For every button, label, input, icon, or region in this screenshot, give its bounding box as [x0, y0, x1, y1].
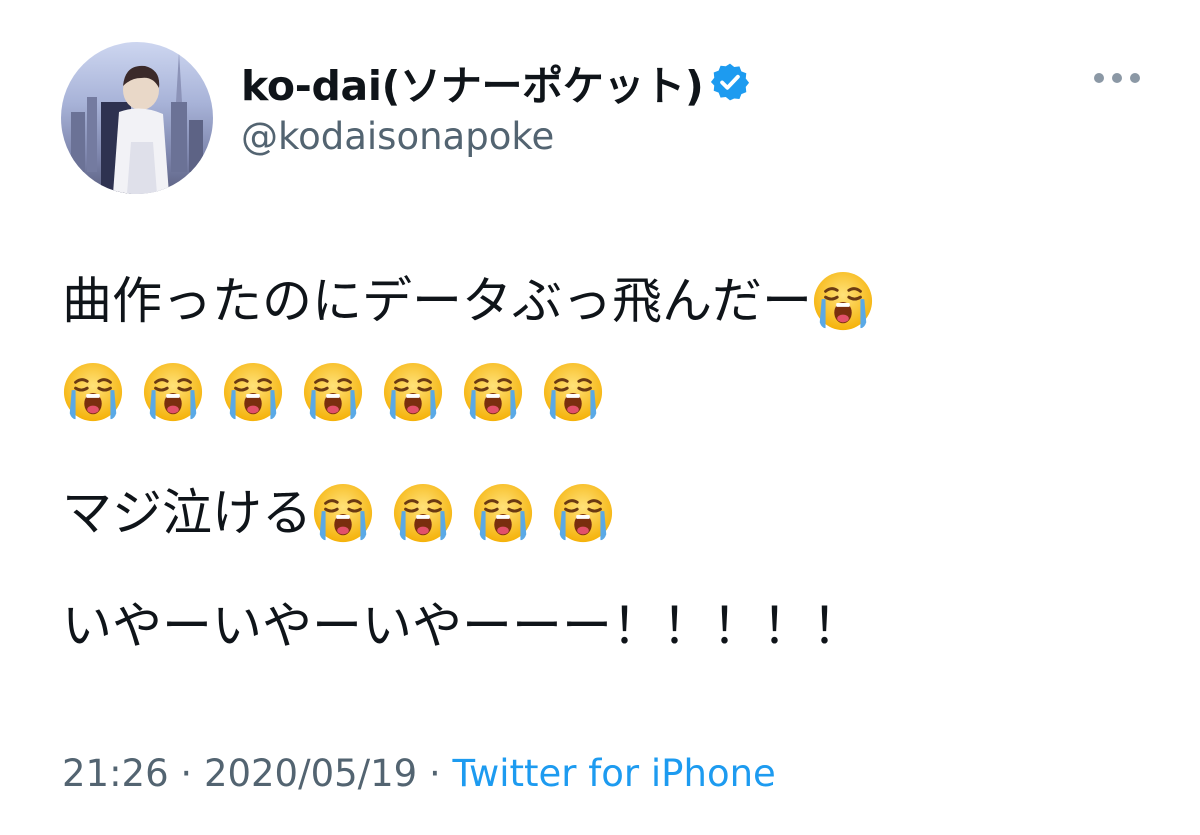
loudly-crying-face-icon: [392, 482, 454, 544]
loudly-crying-face-icon: [222, 361, 284, 423]
loudly-crying-face-icon: [472, 482, 534, 544]
tweet-text: 曲作ったのにデータぶっ飛んだー: [62, 272, 812, 330]
tweet-source-link[interactable]: Twitter for iPhone: [453, 752, 776, 795]
loudly-crying-face-icon: [542, 361, 604, 423]
more-dot: [1130, 73, 1140, 83]
verified-badge-icon: [709, 61, 751, 103]
tweet-emoji-row: [62, 361, 622, 423]
tweet-text: マジ泣ける: [62, 484, 312, 542]
more-dot: [1112, 73, 1122, 83]
loudly-crying-face-icon: [312, 482, 374, 544]
tweet-text: いやーいやーいやーーー！！！！！: [62, 597, 862, 655]
meta-separator: ·: [180, 752, 193, 795]
loudly-crying-face-icon: [462, 361, 524, 423]
avatar[interactable]: [61, 42, 213, 194]
tweet-text-line-1: 曲作ったのにデータぶっ飛んだー: [62, 270, 874, 332]
loudly-crying-face-icon: [812, 270, 874, 332]
display-name[interactable]: ko-dai(ソナーポケット): [241, 52, 751, 112]
profile-photo-icon: [71, 52, 203, 194]
tweet-date[interactable]: 2020/05/19: [204, 752, 417, 795]
meta-separator: ·: [428, 752, 441, 795]
loudly-crying-face-icon: [552, 482, 614, 544]
display-name-text[interactable]: ko-dai(ソナーポケット): [241, 52, 704, 112]
more-dot: [1094, 73, 1104, 83]
tweet-time[interactable]: 21:26: [62, 752, 169, 795]
loudly-crying-face-icon: [382, 361, 444, 423]
loudly-crying-face-icon: [302, 361, 364, 423]
more-horizontal-icon[interactable]: [1094, 65, 1140, 91]
tweet-metadata: 21:26 · 2020/05/19 · Twitter for iPhone: [62, 752, 776, 795]
tweet-text-line-3: マジ泣ける: [62, 482, 632, 544]
user-handle[interactable]: @kodaisonapoke: [241, 115, 554, 158]
loudly-crying-face-icon: [62, 361, 124, 423]
loudly-crying-face-icon: [142, 361, 204, 423]
tweet-text-line-4: いやーいやーいやーーー！！！！！: [62, 596, 862, 656]
